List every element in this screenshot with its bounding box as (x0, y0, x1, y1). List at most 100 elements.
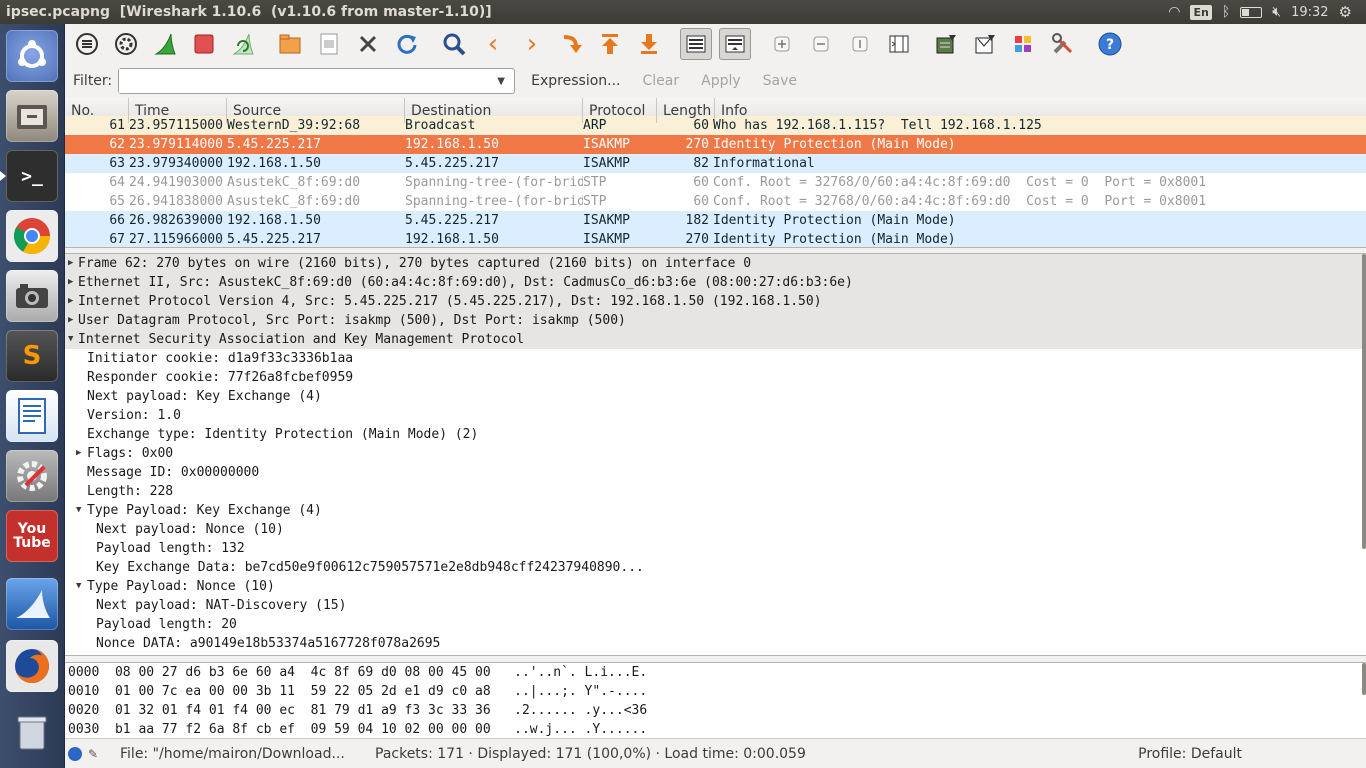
help-icon[interactable]: ? (1094, 28, 1126, 60)
packet-row[interactable]: 62 23.979114000 5.45.225.217 192.168.1.50 IS… (65, 135, 1366, 154)
collapsed-triangle-icon[interactable]: ▶ (76, 444, 81, 463)
details-tree-item[interactable]: ▶ Flags: 0x00 (65, 444, 1366, 463)
details-tree-item[interactable]: ▼ Internet Security Association and Key M… (65, 330, 1366, 349)
preferences-icon[interactable] (1047, 28, 1079, 60)
expanded-triangle-icon[interactable]: ▼ (76, 577, 81, 596)
wireshark-fin-icon[interactable] (6, 578, 58, 630)
sublime-text-icon[interactable]: S (6, 330, 58, 382)
details-tree-item[interactable]: Length: 228 (65, 482, 1366, 501)
filter-save-button[interactable]: Save (757, 73, 803, 89)
packet-details-tree[interactable]: ▶ Frame 62: 270 bytes on wire (2160 bits)… (65, 253, 1366, 656)
volume-muted-icon[interactable]: 🔇︎ (1272, 4, 1281, 20)
shotwell-camera-icon[interactable] (6, 270, 58, 322)
capture-comments-edit-icon[interactable]: ✎ (88, 747, 102, 761)
details-tree-item[interactable]: ▶ User Datagram Protocol, Src Port: isakm… (65, 311, 1366, 330)
libreoffice-writer-icon[interactable] (6, 390, 58, 442)
ubuntu-dash-icon[interactable] (6, 30, 58, 82)
packet-row[interactable]: 64 24.941903000 AsustekC_8f:69:d0 Spanning-… (65, 173, 1366, 192)
go-to-packet-icon[interactable] (555, 28, 587, 60)
hex-dump-line[interactable]: 0030 b1 aa 77 f2 6a 8f cb ef 09 59 04 10… (65, 720, 1366, 738)
details-tree-item[interactable]: Next payload: Nonce (10) (65, 520, 1366, 539)
clock[interactable]: 19:32 (1291, 5, 1328, 20)
details-tree-item[interactable]: ▶ Internet Protocol Version 4, Src: 5.45.… (65, 292, 1366, 311)
collapsed-triangle-icon[interactable]: ▶ (68, 292, 73, 311)
status-profile[interactable]: Profile: Default (1138, 746, 1242, 762)
stop-capture-icon[interactable] (188, 28, 220, 60)
display-filters-icon[interactable] (969, 28, 1001, 60)
firefox-icon[interactable] (6, 640, 58, 692)
reload-file-icon[interactable] (391, 28, 423, 60)
details-tree-item[interactable]: Key Exchange Data: be7cd50e9f00612c75905… (65, 558, 1366, 577)
go-forward-icon[interactable]: › (516, 28, 548, 60)
expanded-triangle-icon[interactable]: ▼ (68, 330, 73, 349)
filter-expression-button[interactable]: Expression... (525, 73, 626, 89)
details-tree-item[interactable]: Initiator cookie: d1a9f33c3336b1aa (65, 349, 1366, 368)
close-file-icon[interactable] (352, 28, 384, 60)
find-packet-icon[interactable] (438, 28, 470, 60)
interfaces-list-icon[interactable] (71, 28, 103, 60)
packet-row[interactable]: 67 27.115966000 5.45.225.217 192.168.1.50 IS… (65, 230, 1366, 247)
expert-info-icon[interactable] (68, 746, 82, 761)
details-tree-item[interactable]: ▶ Frame 62: 270 bytes on wire (2160 bits)… (65, 254, 1366, 273)
packet-bytes-pane[interactable]: 0000 08 00 27 d6 b3 6e 60 a4 4c 8f 69 d0… (65, 662, 1366, 738)
auto-scroll-live-capture-icon[interactable] (719, 28, 751, 60)
expanded-triangle-icon[interactable]: ▼ (76, 501, 81, 520)
details-tree-item[interactable]: Message ID: 0x00000000 (65, 463, 1366, 482)
start-capture-fin-icon[interactable] (149, 28, 181, 60)
capture-options-icon[interactable] (110, 28, 142, 60)
open-file-icon[interactable] (274, 28, 306, 60)
details-tree-item[interactable]: Payload length: 132 (65, 539, 1366, 558)
details-tree-item[interactable]: Next payload: NAT-Discovery (15) (65, 596, 1366, 615)
chrome-icon[interactable] (6, 210, 58, 262)
battery-icon[interactable] (1240, 6, 1263, 18)
details-tree-item[interactable]: Payload length: 20 (65, 615, 1366, 634)
details-scrollbar[interactable] (1362, 254, 1366, 549)
bytes-scrollbar[interactable] (1362, 663, 1366, 695)
packet-row[interactable]: 63 23.979340000 192.168.1.50 5.45.225.217 IS… (65, 154, 1366, 173)
go-to-last-packet-icon[interactable] (633, 28, 665, 60)
details-tree-item[interactable]: ▶ Ethernet II, Src: AsustekC_8f:69:d0 (60… (65, 273, 1366, 292)
capture-filters-icon[interactable] (930, 28, 962, 60)
details-tree-item[interactable]: Nonce DATA: a90149e18b53374a5167728f078a… (65, 634, 1366, 653)
filter-dropdown-chevron-down-icon[interactable]: ▼ (488, 69, 514, 93)
details-tree-item[interactable]: ▼ Type Payload: Key Exchange (4) (65, 501, 1366, 520)
system-settings-icon[interactable] (6, 450, 58, 502)
keyboard-layout-indicator[interactable]: En (1190, 4, 1212, 20)
zoom-out-icon[interactable] (805, 28, 837, 60)
packet-row[interactable]: 65 26.941838000 AsustekC_8f:69:d0 Spanning-… (65, 192, 1366, 211)
system-gear-icon[interactable]: ⚙ (1339, 3, 1352, 21)
trash-icon[interactable] (6, 706, 58, 758)
terminal-icon[interactable]: >_ (0, 150, 58, 202)
filter-apply-button[interactable]: Apply (695, 73, 747, 89)
zoom-in-icon[interactable] (766, 28, 798, 60)
go-back-icon[interactable]: ‹ (477, 28, 509, 60)
hex-dump-line[interactable]: 0010 01 00 7c ea 00 00 3b 11 59 22 05 2d… (65, 682, 1366, 701)
bluetooth-icon[interactable]: ᛒ (1222, 4, 1230, 20)
normal-size-icon[interactable] (844, 28, 876, 60)
packet-row[interactable]: 66 26.982639000 192.168.1.50 5.45.225.217 IS… (65, 211, 1366, 230)
details-tree-item[interactable]: Version: 1.0 (65, 406, 1366, 425)
details-tree-item[interactable]: ▼ Type Payload: Nonce (10) (65, 577, 1366, 596)
filter-clear-button[interactable]: Clear (637, 73, 686, 89)
resize-columns-icon[interactable] (883, 28, 915, 60)
wifi-icon[interactable]: ◠ (1168, 4, 1180, 20)
youtube-icon[interactable]: You Tube (6, 510, 58, 562)
coloring-rules-icon[interactable] (1008, 28, 1040, 60)
filter-input[interactable] (119, 69, 480, 93)
details-tree-item[interactable]: Next payload: Key Exchange (4) (65, 387, 1366, 406)
collapsed-triangle-icon[interactable]: ▶ (68, 273, 73, 292)
hex-dump-line[interactable]: 0000 08 00 27 d6 b3 6e 60 a4 4c 8f 69 d0… (65, 663, 1366, 682)
save-file-icon[interactable] (313, 28, 345, 60)
restart-capture-icon[interactable] (227, 28, 259, 60)
hex-dump-line[interactable]: 0020 01 32 01 f4 01 f4 00 ec 81 79 d1 a9… (65, 701, 1366, 720)
go-to-first-packet-icon[interactable] (594, 28, 626, 60)
collapsed-triangle-icon[interactable]: ▶ (68, 254, 73, 273)
packet-list[interactable]: No. Time Source Destination Protocol Len… (65, 98, 1366, 248)
details-tree-item[interactable]: Responder cookie: 77f26a8fcbef0959 (65, 368, 1366, 387)
files-icon[interactable] (6, 90, 58, 142)
filter-combo[interactable]: ▼ (118, 68, 516, 94)
colorize-packet-list-icon[interactable] (680, 28, 712, 60)
packet-row[interactable]: 61 23.957115000 WesternD_39:92:68 Broadcast… (65, 116, 1366, 135)
details-tree-item[interactable]: Exchange type: Identity Protection (Main… (65, 425, 1366, 444)
collapsed-triangle-icon[interactable]: ▶ (68, 311, 73, 330)
